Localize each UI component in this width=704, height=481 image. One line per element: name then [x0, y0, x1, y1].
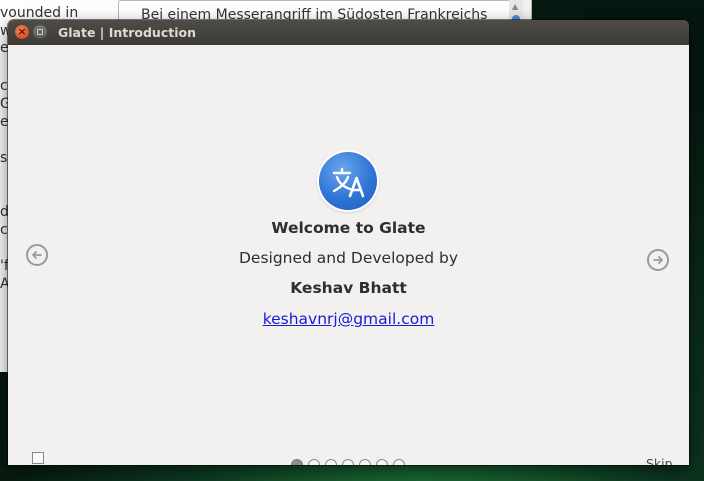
- scroll-up-arrow-icon[interactable]: ▲: [512, 2, 518, 11]
- window-close-button[interactable]: ×: [15, 25, 29, 39]
- page-dot[interactable]: [291, 459, 303, 465]
- email-container: keshavnrj@gmail.com: [8, 309, 689, 328]
- minimize-icon: [37, 29, 43, 35]
- next-page-button[interactable]: [647, 249, 669, 271]
- previous-page-button[interactable]: [26, 244, 48, 266]
- skip-button[interactable]: Skip: [646, 456, 673, 465]
- welcome-heading: Welcome to Glate: [271, 219, 426, 237]
- email-link[interactable]: keshavnrj@gmail.com: [263, 310, 435, 328]
- page-dot[interactable]: [376, 459, 388, 465]
- arrow-right-icon: [653, 256, 663, 264]
- page-dot[interactable]: [359, 459, 371, 465]
- translate-icon: [319, 152, 377, 210]
- author-name: Keshav Bhatt: [290, 279, 407, 297]
- bg-line: c: [0, 222, 8, 238]
- page-dot[interactable]: [393, 459, 405, 465]
- arrow-left-icon: [32, 251, 42, 259]
- intro-dialog: × Glate | Introduction Welcome to Glate …: [8, 20, 689, 465]
- titlebar[interactable]: × Glate | Introduction: [8, 20, 689, 45]
- window-title: Glate | Introduction: [58, 25, 196, 40]
- page-dot[interactable]: [342, 459, 354, 465]
- bg-line: s: [0, 150, 8, 166]
- page-dot[interactable]: [325, 459, 337, 465]
- dont-show-again-checkbox[interactable]: [32, 452, 44, 464]
- page-dot[interactable]: [308, 459, 320, 465]
- bg-line: vounded in: [0, 5, 79, 21]
- window-minimize-button[interactable]: [33, 25, 47, 39]
- designed-by-text: Designed and Developed by: [238, 249, 459, 267]
- intro-content: Welcome to Glate Designed and Developed …: [8, 45, 689, 465]
